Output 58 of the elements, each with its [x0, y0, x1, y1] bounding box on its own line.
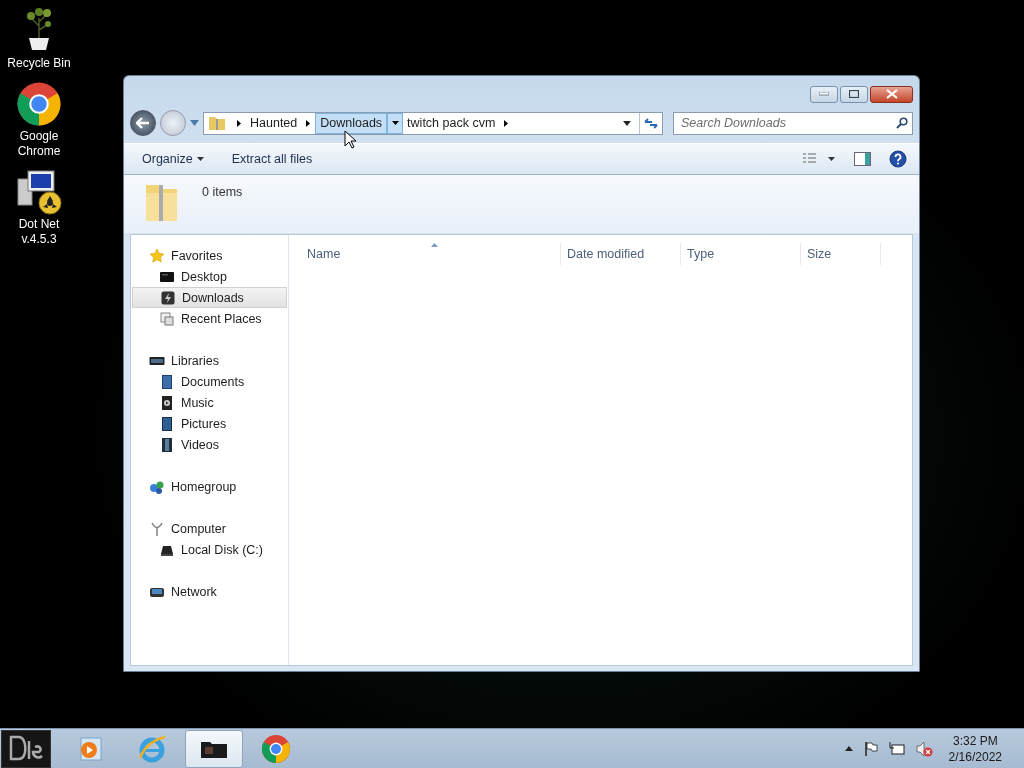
breadcrumb-item[interactable]: twitch pack cvm	[403, 112, 500, 134]
flag-icon[interactable]	[862, 740, 879, 757]
pictures-icon	[159, 415, 175, 432]
column-header[interactable]: Size	[801, 243, 881, 265]
nav-item[interactable]: Desktop	[131, 266, 288, 287]
back-button[interactable]	[130, 110, 156, 136]
close-icon	[885, 89, 898, 99]
column-header[interactable]: Name	[301, 243, 561, 265]
videos-icon	[159, 436, 175, 453]
breadcrumb-item[interactable]: Haunted	[246, 112, 302, 134]
clock-date[interactable]: 2/16/2022	[948, 748, 1002, 765]
caret-icon[interactable]	[387, 112, 404, 134]
search-icon[interactable]	[896, 116, 908, 129]
breadcrumb-item[interactable]: Downloads	[315, 112, 388, 134]
downloads-icon	[160, 289, 176, 306]
back-arrow-icon	[136, 117, 150, 129]
nav-item[interactable]: Libraries	[131, 350, 288, 371]
clock-time[interactable]: 3:32 PM	[952, 732, 998, 749]
organize-menu[interactable]: Organize	[142, 150, 204, 168]
nav-item[interactable]: Music	[131, 392, 288, 413]
nav-item[interactable]: Homegroup	[131, 476, 288, 497]
desktop-icon-label[interactable]: Dot Net v.4.5.3	[0, 217, 78, 247]
nav-item[interactable]: Local Disk (C:)	[131, 539, 288, 560]
taskbar-app[interactable]	[185, 729, 243, 768]
nav-item[interactable]: Recent Places	[131, 308, 288, 329]
music-icon	[159, 394, 175, 411]
caret-icon	[196, 157, 204, 161]
show-hidden-icons-icon[interactable]	[844, 746, 853, 751]
close-button[interactable]	[870, 85, 913, 103]
recent-icon	[159, 310, 175, 327]
maximize-icon	[849, 90, 859, 98]
desktop-icon-label[interactable]: Recycle Bin	[7, 56, 71, 71]
nav-item[interactable]: Network	[131, 581, 288, 602]
zip-folder-icon	[208, 115, 226, 131]
nav-item[interactable]: Documents	[131, 371, 288, 392]
column-header[interactable]: Type	[681, 243, 801, 265]
desktop-icon-label[interactable]: Google Chrome	[0, 129, 78, 159]
view-options-icon[interactable]	[802, 153, 836, 165]
computer-setup-icon[interactable]	[16, 169, 62, 215]
nav-item[interactable]: Downloads	[132, 287, 287, 308]
start-button[interactable]	[1, 729, 51, 768]
help-icon[interactable]	[889, 150, 907, 168]
item-count: 0 items	[202, 185, 243, 199]
chrome-icon[interactable]	[16, 81, 62, 127]
caret-icon[interactable]	[623, 120, 631, 126]
maximize-button[interactable]	[840, 85, 868, 103]
column-header[interactable]: Date modified	[561, 243, 681, 265]
minimize-icon	[819, 92, 829, 96]
nav-item[interactable]: Videos	[131, 434, 288, 455]
search-field[interactable]: Search Downloads	[673, 111, 913, 135]
toolbar-button[interactable]: Extract all files	[231, 150, 313, 168]
nav-item[interactable]: Pictures	[131, 413, 288, 434]
documents-icon	[159, 373, 175, 390]
preview-pane-icon[interactable]	[854, 152, 871, 166]
nav-item[interactable]: Favorites	[131, 245, 288, 266]
nav-item[interactable]: Computer	[131, 518, 288, 539]
star-icon	[149, 247, 165, 264]
muted-speaker-icon[interactable]	[914, 740, 933, 757]
